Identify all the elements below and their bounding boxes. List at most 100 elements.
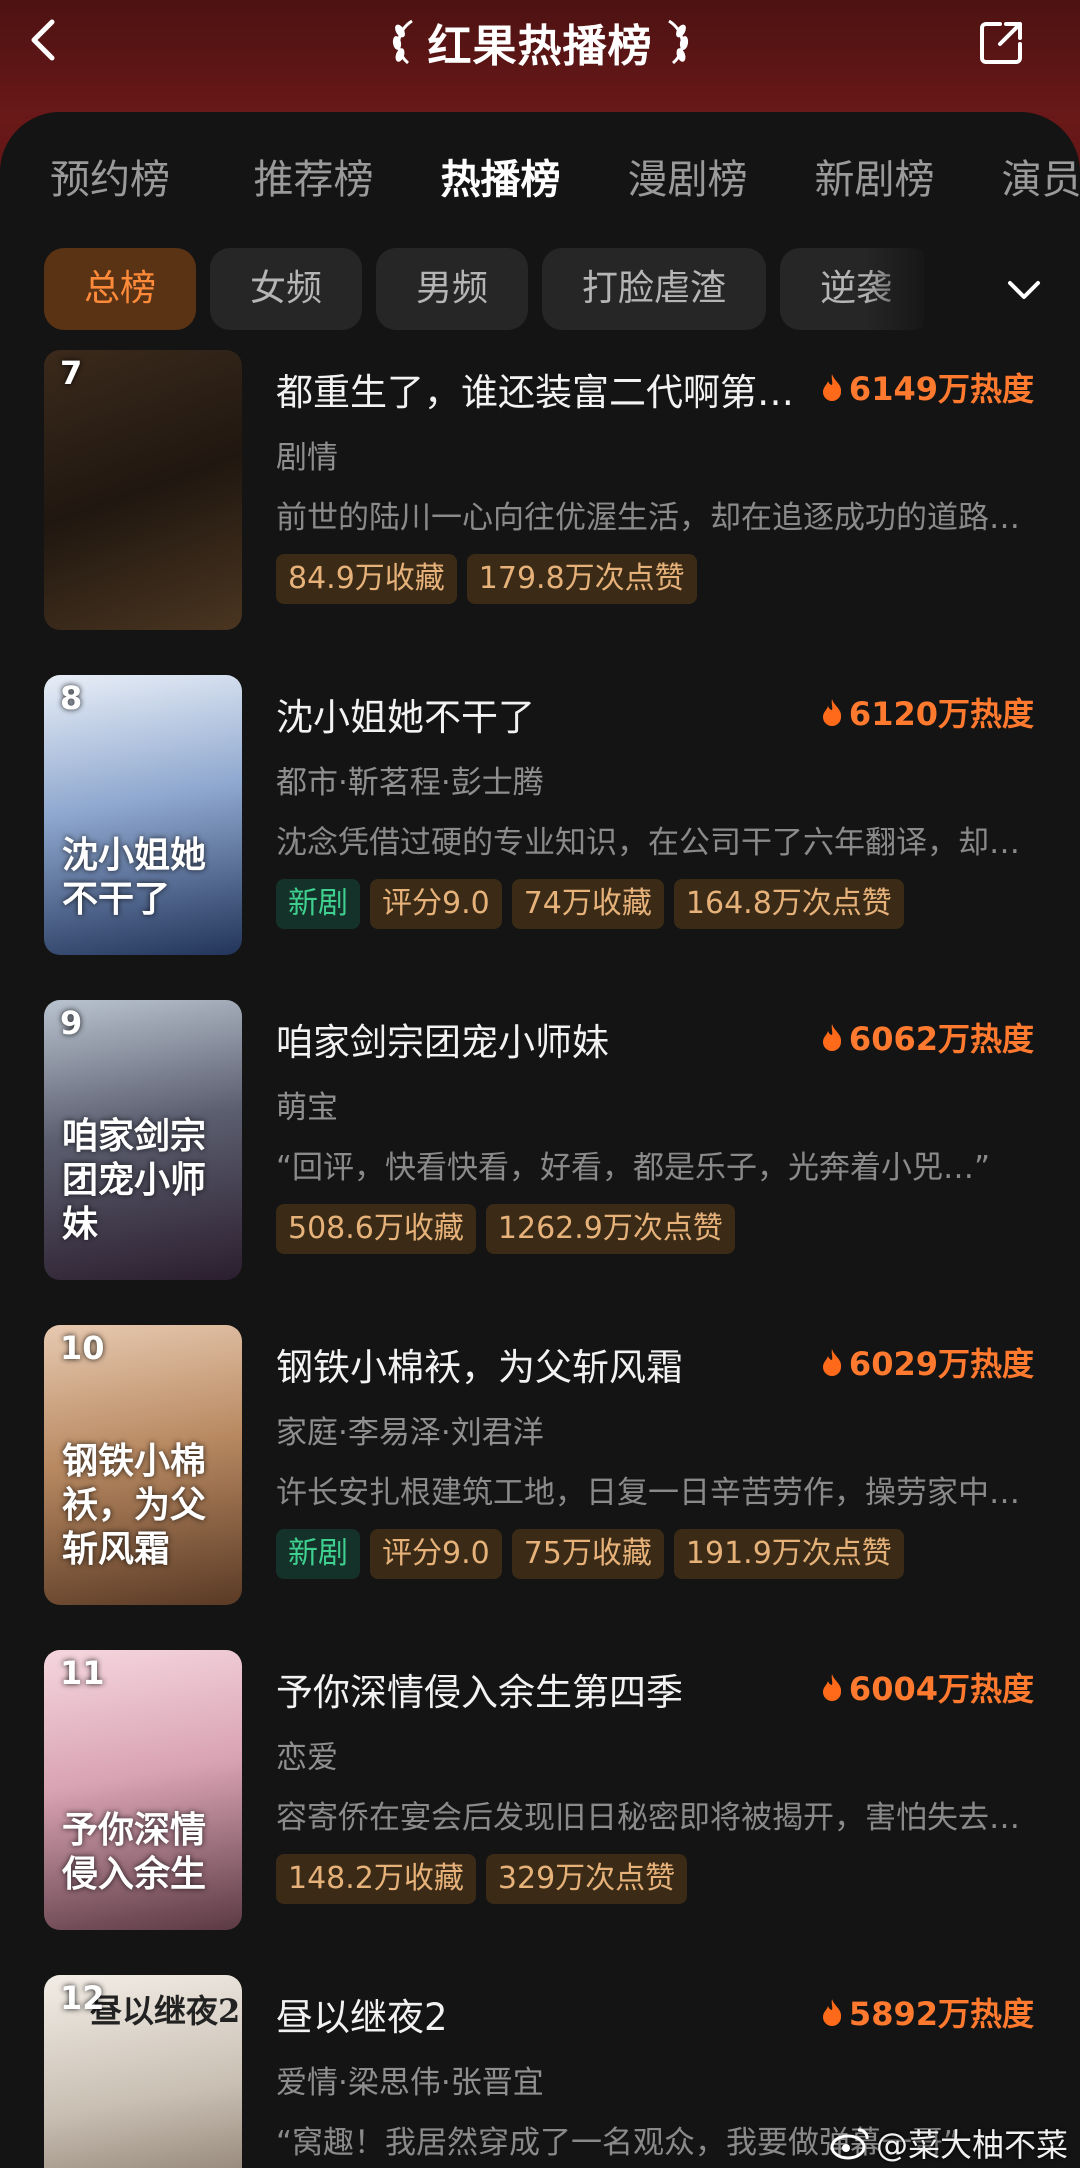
category-chips: 总榜 女频 男频 打脸虐渣 逆袭 <box>44 248 924 330</box>
cover-title: 予你深情侵入余生 <box>62 1809 207 1895</box>
list-item[interactable]: 沈小姐她不干了 8 沈小姐她不干了 6120万热度 都市·靳茗程·彭士腾 沈念凭… <box>0 675 1080 965</box>
drama-description: 沈念凭借过硬的专业知识，在公司干了六年翻译，却被上司抢走功劳 <box>276 825 1036 861</box>
rank-number: 8 <box>60 679 83 717</box>
drama-genre: 恋爱 <box>276 1740 338 1776</box>
cover-image[interactable]: 沈小姐她不干了 8 <box>44 675 242 955</box>
cover-art <box>44 350 242 630</box>
drama-description: 前世的陆川一心向往优渥生活，却在追逐成功的道路上迷失了自我 <box>276 500 1036 536</box>
page-title: 红果热播榜 <box>427 21 653 72</box>
app-header: 红果热播榜 <box>0 0 1080 90</box>
tab-new[interactable]: 新剧榜 <box>781 150 968 210</box>
chip-revenge[interactable]: 打脸虐渣 <box>542 248 767 330</box>
flame-icon <box>822 1349 842 1376</box>
rank-number: 12 <box>60 1979 105 2017</box>
likes-tag: 179.8万次点赞 <box>466 554 697 604</box>
drama-genre: 萌宝 <box>276 1090 338 1126</box>
drama-title[interactable]: 昼以继夜2 <box>276 1987 826 2041</box>
cover-image[interactable]: 咱家剑宗团宠小师妹 9 <box>44 1000 242 1280</box>
heat-value: 6029万热度 <box>848 1345 1034 1383</box>
cover-title: 钢铁小棉袄，为父斩风霜 <box>62 1440 207 1570</box>
heat-value: 6120万热度 <box>848 695 1034 733</box>
rank-number: 10 <box>60 1329 105 1367</box>
rating-tag: 评分9.0 <box>370 1529 502 1579</box>
watermark-text: @菜大柚不菜 <box>875 2126 1068 2164</box>
heat-value: 6149万热度 <box>848 370 1034 408</box>
tab-recommended[interactable]: 推荐榜 <box>220 150 407 210</box>
drama-title[interactable]: 钢铁小棉袄，为父斩风霜 <box>276 1337 826 1391</box>
drama-title[interactable]: 予你深情侵入余生第四季 <box>276 1662 826 1716</box>
drama-title[interactable]: 沈小姐她不干了 <box>276 687 826 741</box>
cover-title: 咱家剑宗团宠小师妹 <box>62 1115 207 1245</box>
watermark: @菜大柚不菜 <box>830 2120 1068 2166</box>
heat-score: 5892万热度 <box>821 1989 1034 2035</box>
cover-image[interactable]: 予你深情侵入余生 11 <box>44 1650 242 1930</box>
heat-score: 6120万热度 <box>821 689 1034 735</box>
cover-image[interactable]: 7 <box>44 350 242 630</box>
chip-all[interactable]: 总榜 <box>44 248 197 330</box>
tab-actors[interactable]: 演员榜 <box>968 150 1080 210</box>
new-drama-tag: 新剧 <box>276 1529 360 1579</box>
drama-description: “回评，快看快看，好看，都是乐子，光奔着小兕…” <box>276 1150 991 1186</box>
drama-title[interactable]: 都重生了，谁还装富二代啊第三季 <box>276 362 826 416</box>
tag-row: 新剧 评分9.0 75万收藏 191.9万次点赞 <box>276 1529 904 1579</box>
tag-row: 新剧 评分9.0 74万收藏 164.8万次点赞 <box>276 879 904 929</box>
cover-title: 昼以继夜2 <box>90 1992 241 2030</box>
flame-icon <box>822 699 842 726</box>
heat-value: 6004万热度 <box>848 1670 1034 1708</box>
likes-tag: 164.8万次点赞 <box>673 879 904 929</box>
likes-tag: 329万次点赞 <box>485 1854 688 1904</box>
drama-genre: 剧情 <box>276 440 338 476</box>
tab-hot[interactable]: 热播榜 <box>407 150 594 210</box>
laurel-right-icon <box>667 19 688 65</box>
likes-tag: 1262.9万次点赞 <box>485 1204 735 1254</box>
title-group: 红果热播榜 <box>0 10 1080 74</box>
chip-male[interactable]: 男频 <box>376 248 529 330</box>
favorites-tag: 74万收藏 <box>511 879 664 929</box>
rank-number: 7 <box>60 354 83 392</box>
heat-value: 6062万热度 <box>848 1020 1034 1058</box>
flame-icon <box>822 1674 842 1701</box>
favorites-tag: 75万收藏 <box>511 1529 664 1579</box>
share-icon[interactable] <box>974 14 1030 70</box>
chevron-down-icon[interactable] <box>1004 270 1044 310</box>
favorites-tag: 508.6万收藏 <box>276 1204 476 1254</box>
laurel-left-icon <box>392 19 413 65</box>
flame-icon <box>822 374 842 401</box>
cover-image[interactable]: 钢铁小棉袄，为父斩风霜 10 <box>44 1325 242 1605</box>
chips-fade <box>864 240 994 336</box>
heat-value: 5892万热度 <box>848 1995 1034 2033</box>
drama-genre-cast: 都市·靳茗程·彭士腾 <box>276 765 544 801</box>
rank-number: 11 <box>60 1654 105 1692</box>
heat-score: 6062万热度 <box>821 1014 1034 1060</box>
main-tabs: 预约榜 推荐榜 热播榜 漫剧榜 新剧榜 演员榜 <box>0 150 1080 210</box>
heat-score: 6029万热度 <box>821 1339 1034 1385</box>
tab-reservation[interactable]: 预约榜 <box>0 150 220 210</box>
tag-row: 84.9万收藏 179.8万次点赞 <box>276 554 697 604</box>
cover-image[interactable]: 昼以继夜2 12 <box>44 1975 242 2168</box>
list-item[interactable]: 予你深情侵入余生 11 予你深情侵入余生第四季 6004万热度 恋爱 容寄侨在宴… <box>0 1650 1080 1940</box>
drama-title[interactable]: 咱家剑宗团宠小师妹 <box>276 1012 826 1066</box>
chip-female[interactable]: 女频 <box>210 248 363 330</box>
heat-score: 6149万热度 <box>821 364 1034 410</box>
list-item[interactable]: 咱家剑宗团宠小师妹 9 咱家剑宗团宠小师妹 6062万热度 萌宝 “回评，快看快… <box>0 1000 1080 1290</box>
tag-row: 508.6万收藏 1262.9万次点赞 <box>276 1204 735 1254</box>
favorites-tag: 148.2万收藏 <box>276 1854 476 1904</box>
tab-comics[interactable]: 漫剧榜 <box>594 150 781 210</box>
list-item[interactable]: 7 都重生了，谁还装富二代啊第三季 6149万热度 剧情 前世的陆川一心向往优渥… <box>0 350 1080 640</box>
rating-tag: 评分9.0 <box>370 879 502 929</box>
new-drama-tag: 新剧 <box>276 879 360 929</box>
cover-title: 沈小姐她不干了 <box>62 834 207 920</box>
flame-icon <box>822 1999 842 2026</box>
drama-genre-cast: 爱情·梁思伟·张晋宜 <box>276 2065 544 2101</box>
drama-genre-cast: 家庭·李易泽·刘君洋 <box>276 1415 544 1451</box>
heat-score: 6004万热度 <box>821 1664 1034 1710</box>
flame-icon <box>822 1024 842 1051</box>
weibo-icon <box>830 2128 869 2160</box>
rank-number: 9 <box>60 1004 83 1042</box>
drama-description: 容寄侨在宴会后发现旧日秘密即将被揭开，害怕失去一切 <box>276 1800 1036 1836</box>
favorites-tag: 84.9万收藏 <box>276 554 457 604</box>
drama-description: 许长安扎根建筑工地，日复一日辛苦劳作，操劳家中大小事务 <box>276 1475 1036 1511</box>
likes-tag: 191.9万次点赞 <box>673 1529 904 1579</box>
tag-row: 148.2万收藏 329万次点赞 <box>276 1854 688 1904</box>
list-item[interactable]: 钢铁小棉袄，为父斩风霜 10 钢铁小棉袄，为父斩风霜 6029万热度 家庭·李易… <box>0 1325 1080 1615</box>
